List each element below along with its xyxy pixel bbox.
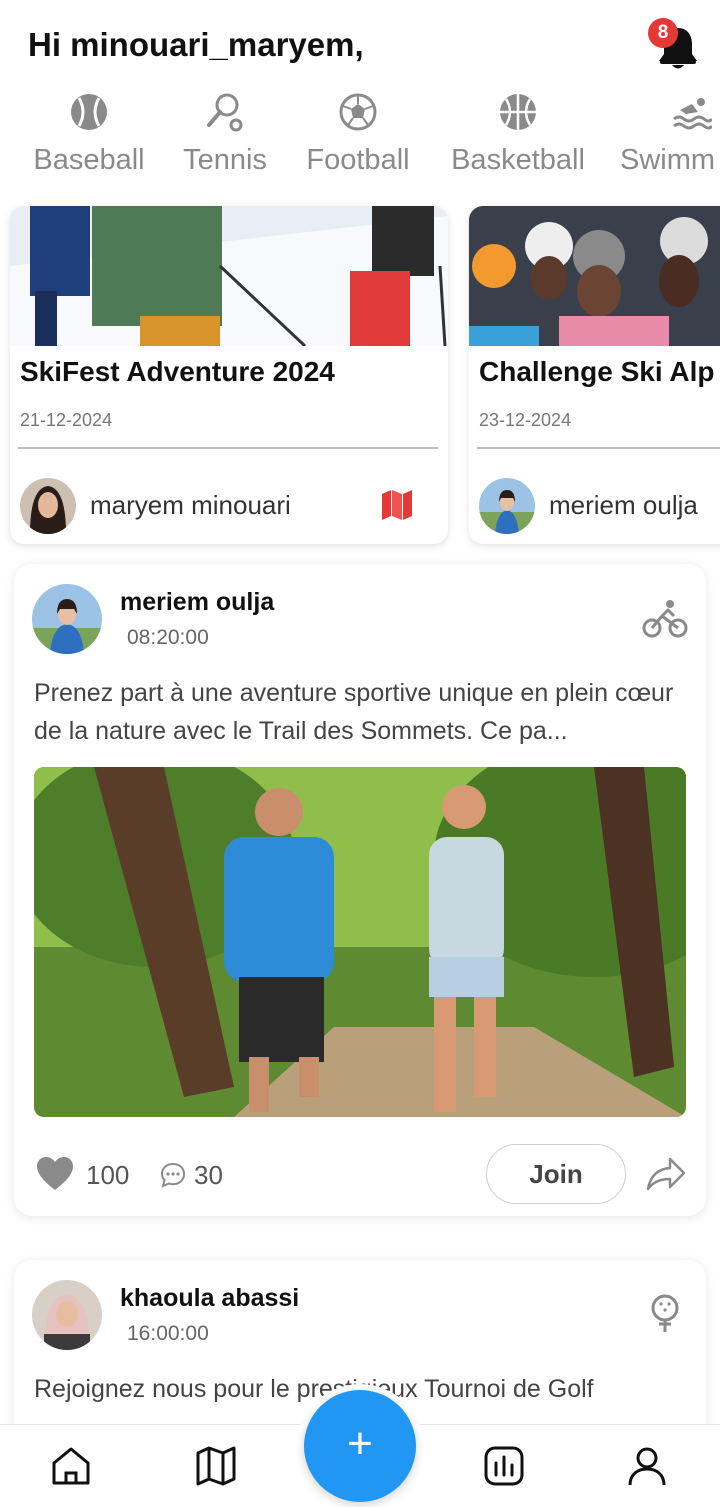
avatar: [479, 478, 535, 534]
basketball-icon: [500, 94, 536, 130]
event-author: meriem oulja: [549, 490, 698, 520]
sport-tab-football[interactable]: Football: [299, 92, 417, 177]
cycling-icon: [642, 600, 688, 638]
avatar: [32, 1280, 102, 1350]
sport-label: Basketball: [451, 144, 585, 176]
comments-count: 30: [194, 1160, 223, 1190]
comment-icon[interactable]: [160, 1162, 186, 1188]
heart-icon[interactable]: [36, 1156, 74, 1192]
post-text: Prenez part à une aventure sportive uniq…: [34, 679, 674, 745]
post-author: khaoula abassi: [120, 1284, 300, 1312]
post-actions: 100 30 Join: [34, 1144, 686, 1208]
avatar: [32, 584, 102, 654]
join-button[interactable]: Join: [486, 1144, 626, 1204]
event-card[interactable]: SkiFest Adventure 2024 21-12-2024 maryem…: [10, 206, 448, 544]
add-button[interactable]: +: [304, 1390, 416, 1502]
profile-icon[interactable]: [626, 1445, 668, 1487]
post-image[interactable]: [34, 767, 686, 1117]
sport-tab-baseball[interactable]: Baseball: [28, 92, 150, 177]
notification-badge: 8: [648, 18, 678, 48]
home-icon[interactable]: [50, 1445, 92, 1487]
event-image: [469, 206, 720, 346]
events-carousel[interactable]: SkiFest Adventure 2024 21-12-2024 maryem…: [0, 196, 720, 556]
sport-label: Swimm: [620, 144, 716, 176]
map-icon[interactable]: [380, 488, 414, 522]
likes-count: 100: [86, 1160, 130, 1190]
post-author: meriem oulja: [120, 588, 275, 616]
greeting-title: Hi minouari_maryem,: [28, 26, 364, 63]
event-title: SkiFest Adventure 2024: [20, 356, 335, 387]
sport-tab-swimming[interactable]: Swimm: [620, 92, 720, 177]
sport-label: Tennis: [183, 144, 267, 176]
event-date: 23-12-2024: [479, 410, 572, 430]
event-card[interactable]: Challenge Ski Alp 23-12-2024 meriem oulj…: [469, 206, 720, 544]
event-image: [10, 206, 448, 346]
divider: [18, 447, 438, 449]
divider: [477, 447, 720, 449]
sport-tab-tennis[interactable]: Tennis: [176, 92, 274, 177]
post-card[interactable]: meriem oulja 08:20:00 Prenez part à une …: [14, 564, 706, 1216]
football-icon: [339, 93, 377, 131]
event-title: Challenge Ski Alp: [479, 356, 715, 387]
sport-label: Football: [306, 144, 410, 176]
baseball-icon: [71, 94, 107, 130]
post-time: 08:20:00: [127, 626, 209, 649]
event-date: 21-12-2024: [20, 410, 113, 430]
event-author: maryem minouari: [90, 490, 291, 520]
share-icon[interactable]: [646, 1156, 686, 1192]
sport-tab-basketball[interactable]: Basketball: [442, 92, 594, 177]
avatar: [20, 478, 76, 534]
post-time: 16:00:00: [127, 1322, 209, 1345]
sport-categories: Baseball Tennis Football Basketball Swim…: [0, 92, 720, 192]
stats-icon[interactable]: [483, 1445, 525, 1487]
tennis-icon: [207, 93, 243, 132]
golf-icon: [651, 1294, 679, 1332]
header: Hi minouari_maryem, 8: [0, 0, 720, 90]
map-icon[interactable]: [195, 1445, 237, 1487]
sport-label: Baseball: [33, 144, 145, 176]
swimming-icon: [673, 98, 712, 130]
